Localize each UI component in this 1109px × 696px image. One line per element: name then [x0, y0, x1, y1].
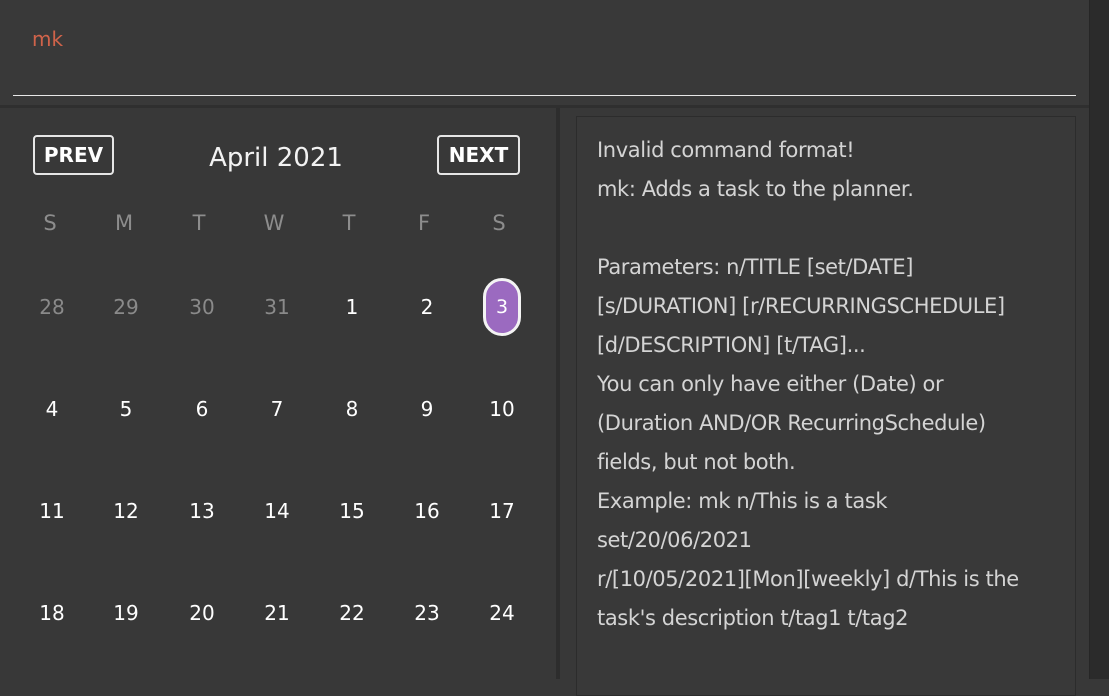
calendar-day[interactable]: 5 — [104, 387, 148, 431]
result-display-panel: Invalid command format! mk: Adds a task t… — [560, 108, 1089, 696]
calendar-day[interactable]: 10 — [480, 387, 524, 431]
result-line: set/20/06/2021 — [597, 528, 752, 552]
calendar-day[interactable]: 6 — [180, 387, 224, 431]
calendar-day-selected[interactable]: 3 — [483, 278, 521, 336]
result-display: Invalid command format! mk: Adds a task t… — [576, 116, 1076, 696]
weekday-header: T — [342, 211, 356, 235]
calendar-day[interactable]: 31 — [255, 285, 299, 329]
weekday-header: M — [114, 211, 134, 235]
calendar-day[interactable]: 21 — [255, 591, 299, 635]
calendar-day[interactable]: 29 — [104, 285, 148, 329]
calendar-day[interactable]: 28 — [30, 285, 74, 329]
calendar-day[interactable]: 16 — [405, 489, 449, 533]
weekday-header: W — [263, 211, 285, 235]
window-edge — [1090, 0, 1109, 679]
weekday-header: S — [492, 211, 506, 235]
result-line: [d/DESCRIPTION] [t/TAG]... — [597, 333, 866, 357]
calendar-day[interactable]: 12 — [104, 489, 148, 533]
calendar-day[interactable]: 8 — [330, 387, 374, 431]
result-line: fields, but not both. — [597, 450, 796, 474]
calendar-day[interactable]: 13 — [180, 489, 224, 533]
calendar-day[interactable]: 23 — [405, 591, 449, 635]
prev-month-button[interactable]: PREV — [33, 135, 114, 175]
calendar-day[interactable]: 24 — [480, 591, 524, 635]
month-title: April 2021 — [209, 143, 343, 173]
result-line: Parameters: n/TITLE [set/DATE] — [597, 255, 914, 279]
result-line: task's description t/tag1 t/tag2 — [597, 606, 909, 630]
calendar-day[interactable]: 15 — [330, 489, 374, 533]
command-box: mk — [0, 0, 1089, 105]
weekday-header: T — [192, 211, 206, 235]
calendar-panel: PREV April 2021 NEXT S M T W T F S 28 29 3… — [0, 108, 556, 679]
calendar-day[interactable]: 9 — [405, 387, 449, 431]
result-line: Invalid command format! — [597, 138, 855, 162]
calendar-day[interactable]: 18 — [30, 591, 74, 635]
calendar-day[interactable]: 20 — [180, 591, 224, 635]
weekday-header: S — [43, 211, 57, 235]
result-line: [s/DURATION] [r/RECURRINGSCHEDULE] — [597, 294, 1005, 318]
weekday-header: F — [417, 211, 431, 235]
command-input-text: mk — [32, 27, 64, 51]
next-month-button[interactable]: NEXT — [437, 135, 520, 175]
calendar-day[interactable]: 17 — [480, 489, 524, 533]
calendar-day[interactable]: 30 — [180, 285, 224, 329]
calendar-day[interactable]: 4 — [30, 387, 74, 431]
result-line — [597, 209, 1075, 248]
calendar-day[interactable]: 11 — [30, 489, 74, 533]
command-input[interactable]: mk — [13, 22, 1076, 96]
calendar-day[interactable]: 14 — [255, 489, 299, 533]
result-line: (Duration AND/OR RecurringSchedule) — [597, 411, 986, 435]
calendar-day[interactable]: 19 — [104, 591, 148, 635]
calendar-day[interactable]: 2 — [405, 285, 449, 329]
calendar-day[interactable]: 22 — [330, 591, 374, 635]
result-line: mk: Adds a task to the planner. — [597, 177, 914, 201]
result-line: Example: mk n/This is a task — [597, 489, 888, 513]
calendar-day[interactable]: 7 — [255, 387, 299, 431]
calendar-day[interactable]: 1 — [330, 285, 374, 329]
result-line: r/[10/05/2021][Mon][weekly] d/This is th… — [597, 567, 1019, 591]
result-line: You can only have either (Date) or — [597, 372, 944, 396]
